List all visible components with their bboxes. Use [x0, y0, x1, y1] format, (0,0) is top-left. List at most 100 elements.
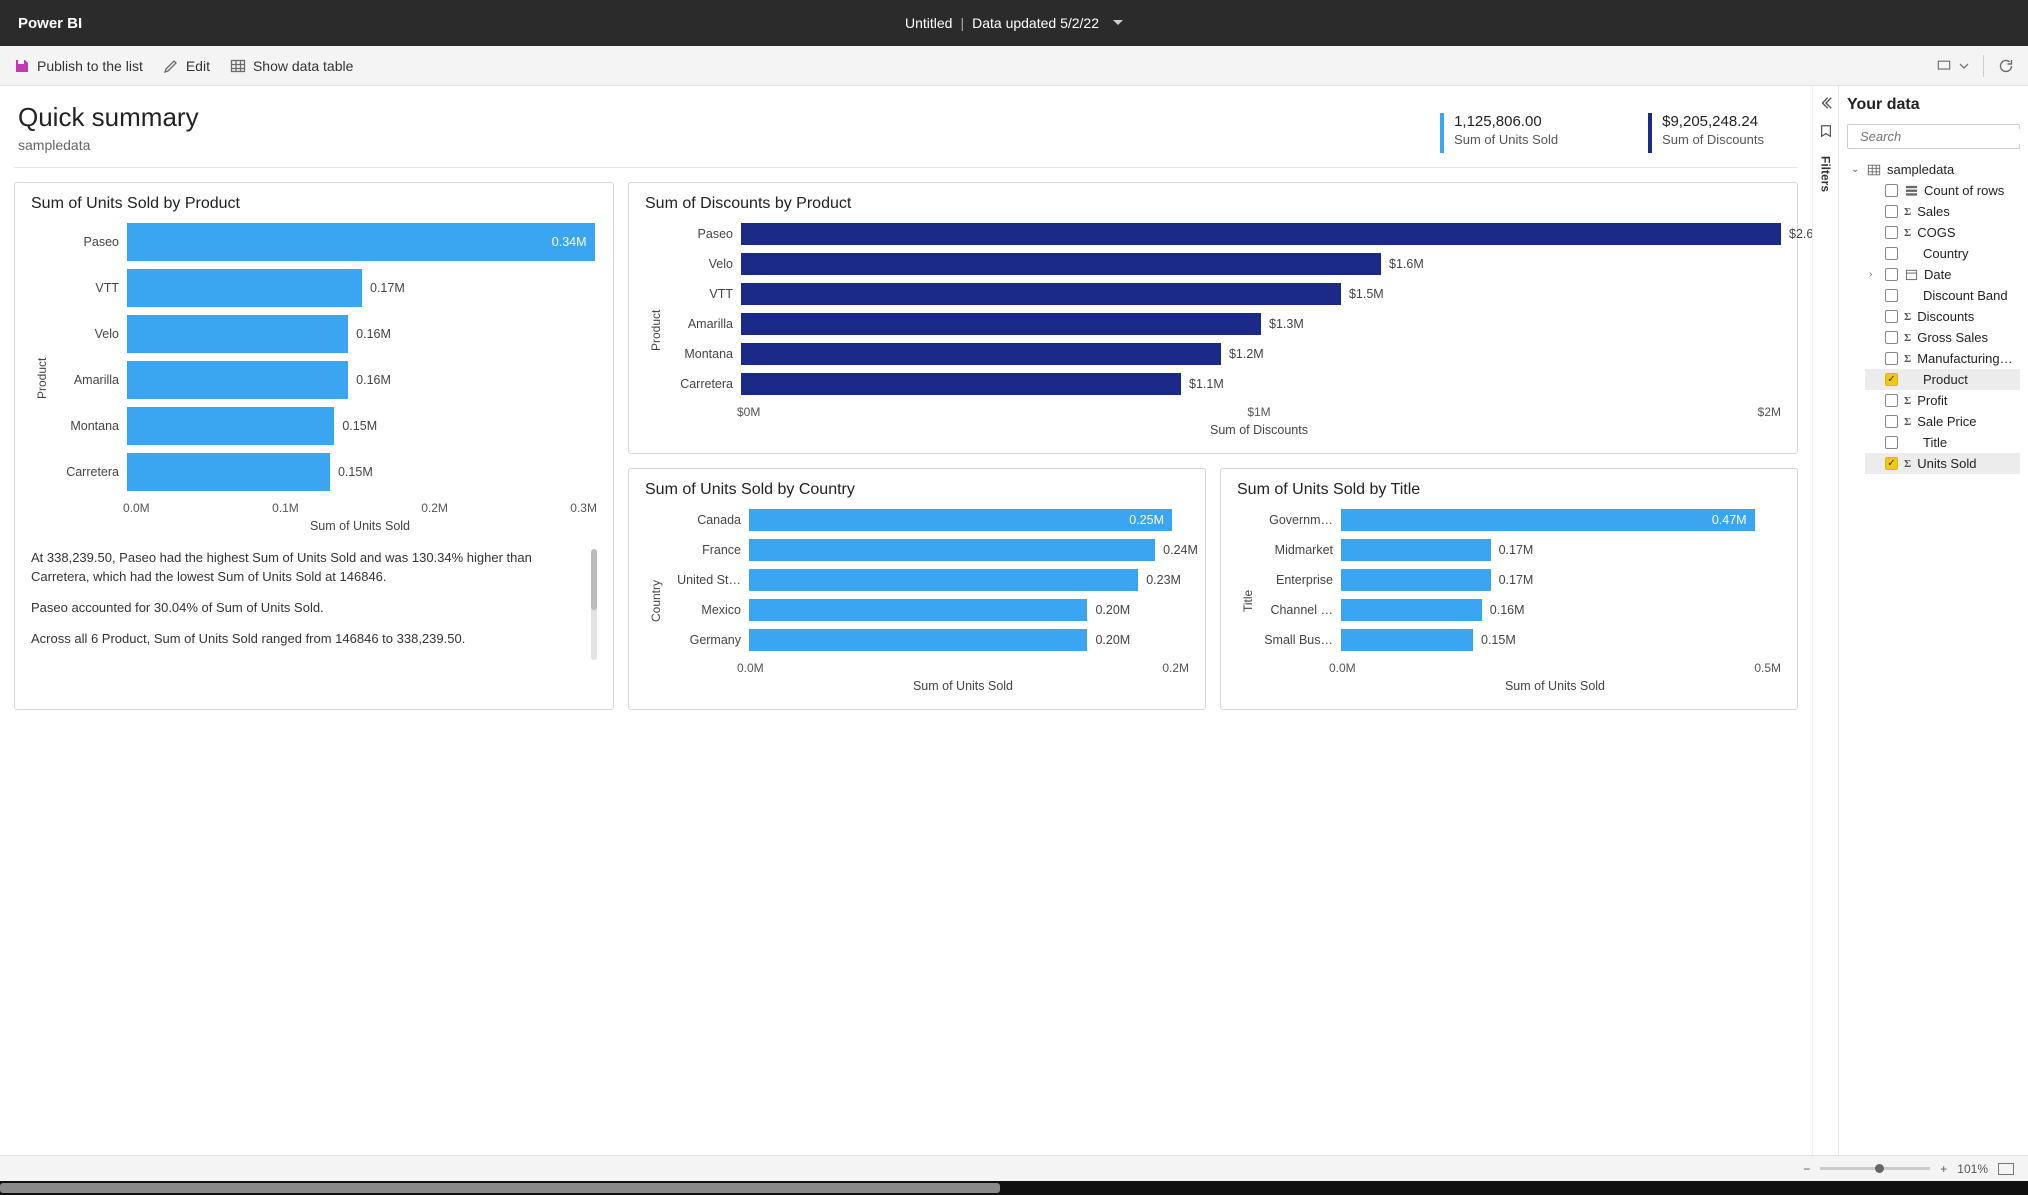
bar-row[interactable]: Channel …0.16M	[1263, 599, 1781, 621]
publish-button[interactable]: Publish to the list	[14, 58, 143, 74]
tick-label: 0.0M	[737, 661, 764, 675]
field-item[interactable]: ΣUnits Sold	[1865, 453, 2020, 474]
field-checkbox[interactable]	[1885, 373, 1898, 386]
field-tree: ⌄ sampledata Count of rowsΣSalesΣCOGSCou…	[1847, 159, 2020, 474]
field-checkbox[interactable]	[1885, 457, 1898, 470]
x-axis-ticks: 0.0M0.2M	[737, 661, 1189, 675]
field-checkbox[interactable]	[1885, 184, 1898, 197]
visual-units-by-country[interactable]: Sum of Units Sold by Country Country Can…	[628, 468, 1206, 710]
view-mode-button[interactable]	[1936, 58, 1969, 74]
bar-row[interactable]: Montana0.15M	[57, 407, 597, 445]
field-item[interactable]: Title	[1865, 432, 2020, 453]
search-field[interactable]	[1847, 124, 2020, 149]
field-checkbox[interactable]	[1885, 352, 1898, 365]
field-item[interactable]: Product	[1865, 369, 2020, 390]
field-item[interactable]: Count of rows	[1865, 180, 2020, 201]
bar-row[interactable]: Germany0.20M	[671, 629, 1189, 651]
bar-row[interactable]: Small Bus…0.15M	[1263, 629, 1781, 651]
bar-row[interactable]: Velo$1.6M	[671, 253, 1781, 275]
bar-row[interactable]: Montana$1.2M	[671, 343, 1781, 365]
pencil-icon	[163, 58, 179, 74]
table-name: sampledata	[1887, 162, 2016, 177]
field-checkbox[interactable]	[1885, 268, 1898, 281]
kpi-discounts[interactable]: $9,205,248.24 Sum of Discounts	[1648, 113, 1764, 153]
category-label: Carretera	[671, 377, 733, 391]
field-item[interactable]: ΣManufacturing …	[1865, 348, 2020, 369]
filters-pane-collapsed[interactable]: Filters	[1812, 86, 1838, 1155]
field-item[interactable]: Discount Band	[1865, 285, 2020, 306]
chevron-down-icon	[1959, 63, 1969, 69]
zoom-out-button[interactable]: −	[1803, 1162, 1810, 1176]
chevron-right-icon[interactable]: ›	[1869, 269, 1879, 280]
field-name: Date	[1924, 267, 2016, 282]
category-label: VTT	[671, 287, 733, 301]
bar-row[interactable]: Velo0.16M	[57, 315, 597, 353]
field-item[interactable]: ΣSale Price	[1865, 411, 2020, 432]
bar-row[interactable]: VTT0.17M	[57, 269, 597, 307]
bar-row[interactable]: Enterprise0.17M	[1263, 569, 1781, 591]
field-item[interactable]: ΣProfit	[1865, 390, 2020, 411]
app-header: Power BI Untitled | Data updated 5/2/22	[0, 0, 2028, 46]
zoom-slider[interactable]	[1820, 1167, 1930, 1170]
visual-title: Sum of Units Sold by Title	[1237, 481, 1781, 499]
bar-row[interactable]: Carretera0.15M	[57, 453, 597, 491]
bar-row[interactable]: Midmarket0.17M	[1263, 539, 1781, 561]
search-input[interactable]	[1860, 129, 2028, 144]
doc-title-group[interactable]: Untitled | Data updated 5/2/22	[905, 15, 1123, 31]
fit-to-page-button[interactable]	[1998, 1163, 2014, 1175]
field-checkbox[interactable]	[1885, 331, 1898, 344]
bar-row[interactable]: Governm…0.47M	[1263, 509, 1781, 531]
bookmark-icon[interactable]	[1819, 124, 1833, 138]
visual-units-by-product[interactable]: Sum of Units Sold by Product Product Pas…	[14, 182, 614, 710]
field-checkbox[interactable]	[1885, 226, 1898, 239]
field-item[interactable]: ΣGross Sales	[1865, 327, 2020, 348]
horizontal-scrollbar[interactable]	[0, 1181, 2028, 1195]
kpi-units-sold[interactable]: 1,125,806.00 Sum of Units Sold	[1440, 113, 1558, 153]
edit-label: Edit	[186, 58, 210, 74]
bar-row[interactable]: Canada0.25M	[671, 509, 1189, 531]
field-item[interactable]: › Date	[1865, 264, 2020, 285]
table-node[interactable]: ⌄ sampledata	[1847, 159, 2020, 180]
zoom-in-button[interactable]: +	[1940, 1162, 1947, 1176]
bar-row[interactable]: France0.24M	[671, 539, 1189, 561]
field-checkbox[interactable]	[1885, 205, 1898, 218]
expand-pane-icon[interactable]	[1819, 96, 1833, 110]
category-label: Mexico	[671, 603, 741, 617]
field-item[interactable]: ΣDiscounts	[1865, 306, 2020, 327]
value-label: $1.5M	[1349, 287, 1384, 301]
field-checkbox[interactable]	[1885, 415, 1898, 428]
sigma-icon: Σ	[1904, 458, 1911, 470]
field-checkbox[interactable]	[1885, 436, 1898, 449]
bar-row[interactable]: VTT $1.5M	[671, 283, 1781, 305]
show-data-table-button[interactable]: Show data table	[230, 58, 353, 74]
bar-row[interactable]: Carretera$1.1M	[671, 373, 1781, 395]
refresh-button[interactable]	[1998, 58, 2014, 74]
category-label: VTT	[57, 281, 119, 295]
data-pane: Your data ⌄ sampledata Count of rowsΣSal…	[1838, 86, 2028, 1155]
divider	[1983, 55, 1984, 77]
visual-units-by-title[interactable]: Sum of Units Sold by Title Title Governm…	[1220, 468, 1798, 710]
field-checkbox[interactable]	[1885, 289, 1898, 302]
value-label: $1.6M	[1389, 257, 1424, 271]
field-item[interactable]: ΣCOGS	[1865, 222, 2020, 243]
calendar-icon	[1904, 268, 1918, 282]
field-checkbox[interactable]	[1885, 247, 1898, 260]
bar-row[interactable]: Mexico 0.20M	[671, 599, 1189, 621]
field-item[interactable]: ΣSales	[1865, 201, 2020, 222]
field-checkbox[interactable]	[1885, 394, 1898, 407]
bar-row[interactable]: Paseo$2.6M	[671, 223, 1781, 245]
bar-row[interactable]: United St…0.23M	[671, 569, 1189, 591]
kpi-accent-bar	[1440, 113, 1444, 153]
value-label: 0.20M	[1095, 603, 1130, 617]
bar-row[interactable]: Paseo0.34M	[57, 223, 597, 261]
field-checkbox[interactable]	[1885, 310, 1898, 323]
chevron-down-icon[interactable]	[1107, 15, 1123, 31]
bar-row[interactable]: Amarilla0.16M	[57, 361, 597, 399]
bar-row[interactable]: Amarilla$1.3M	[671, 313, 1781, 335]
insights-scrollbar[interactable]	[591, 549, 597, 660]
x-axis-ticks: 0.0M0.1M0.2M0.3M	[123, 501, 597, 515]
zoom-level: 101%	[1957, 1162, 1988, 1176]
edit-button[interactable]: Edit	[163, 58, 210, 74]
visual-discounts-by-product[interactable]: Sum of Discounts by Product Product Pase…	[628, 182, 1798, 454]
field-item[interactable]: Country	[1865, 243, 2020, 264]
